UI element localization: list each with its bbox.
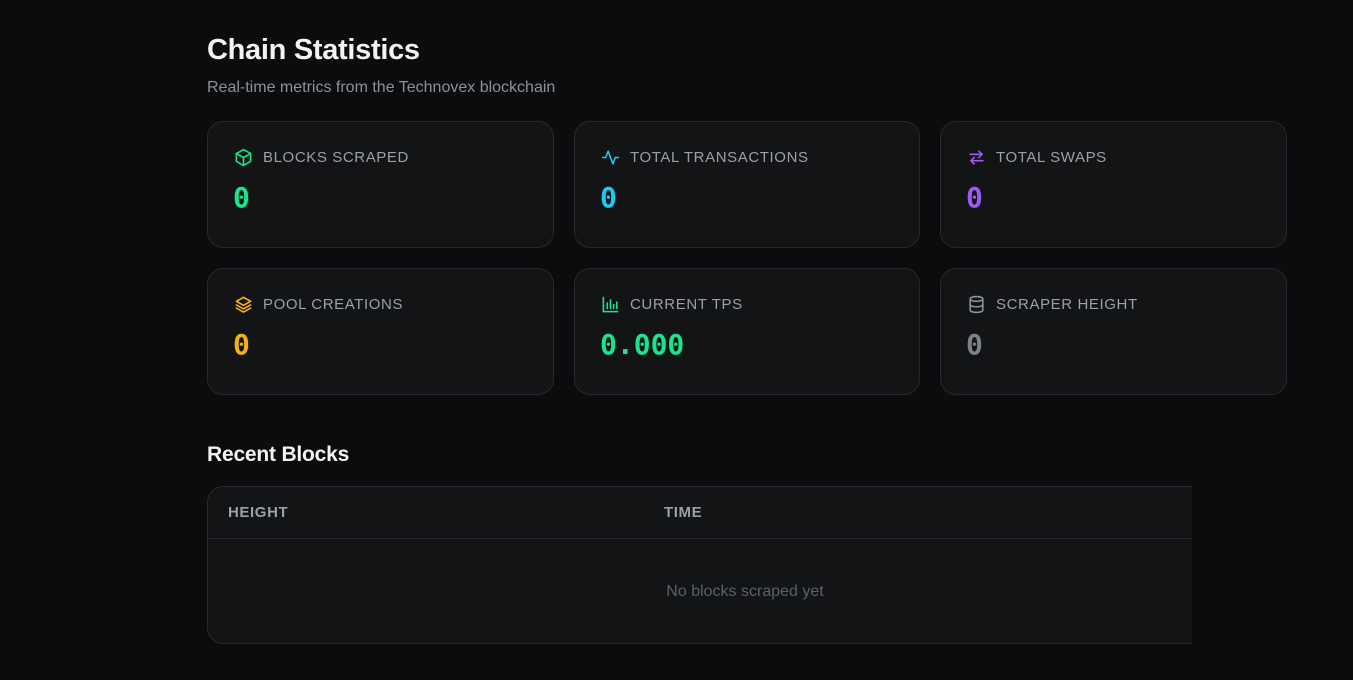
page-subtitle: Real-time metrics from the Technovex blo… bbox=[207, 79, 556, 96]
stat-label: POOL CREATIONS bbox=[263, 295, 404, 313]
stat-card-total-transactions: TOTAL TRANSACTIONS 0 bbox=[574, 121, 920, 248]
stat-card-blocks-scraped: BLOCKS SCRAPED 0 bbox=[207, 121, 554, 248]
swap-arrows-icon bbox=[966, 147, 986, 167]
stat-card-pool-creations: POOL CREATIONS 0 bbox=[207, 268, 554, 395]
stat-label: TOTAL SWAPS bbox=[996, 148, 1107, 166]
recent-blocks-title: Recent Blocks bbox=[207, 443, 350, 466]
table-empty-row: No blocks scraped yet bbox=[208, 539, 1192, 643]
stat-value: 0 bbox=[966, 181, 983, 214]
cube-icon bbox=[233, 147, 253, 167]
stat-label: TOTAL TRANSACTIONS bbox=[630, 148, 809, 166]
stat-value: 0 bbox=[233, 181, 250, 214]
stat-header: TOTAL TRANSACTIONS bbox=[600, 147, 894, 167]
stat-header: SCRAPER HEIGHT bbox=[966, 294, 1261, 314]
stat-label: BLOCKS SCRAPED bbox=[263, 148, 409, 166]
database-icon bbox=[966, 294, 986, 314]
main-content: Chain Statistics Real-time metrics from … bbox=[207, 30, 1287, 644]
stat-header: BLOCKS SCRAPED bbox=[233, 147, 528, 167]
activity-icon bbox=[600, 147, 620, 167]
stat-value: 0 bbox=[966, 328, 983, 361]
stat-label: SCRAPER HEIGHT bbox=[996, 295, 1138, 313]
stat-card-current-tps: CURRENT TPS 0.000 bbox=[574, 268, 920, 395]
page: Chain Statistics Real-time metrics from … bbox=[0, 0, 1353, 680]
stat-header: CURRENT TPS bbox=[600, 294, 894, 314]
column-header-height: HEIGHT bbox=[228, 504, 289, 521]
layers-icon bbox=[233, 294, 253, 314]
page-title: Chain Statistics bbox=[207, 34, 420, 66]
stat-value: 0 bbox=[600, 181, 617, 214]
table-header: HEIGHT TIME bbox=[208, 487, 1192, 539]
stat-label: CURRENT TPS bbox=[630, 295, 743, 313]
stat-card-total-swaps: TOTAL SWAPS 0 bbox=[940, 121, 1287, 248]
stat-value: 0 bbox=[233, 328, 250, 361]
bar-chart-icon bbox=[600, 294, 620, 314]
stat-header: POOL CREATIONS bbox=[233, 294, 528, 314]
stats-grid: BLOCKS SCRAPED 0 TOTAL TRANSACTIONS 0 TO… bbox=[207, 121, 1287, 395]
empty-message: No blocks scraped yet bbox=[666, 582, 824, 600]
recent-blocks-table: HEIGHT TIME No blocks scraped yet bbox=[207, 486, 1192, 644]
stat-header: TOTAL SWAPS bbox=[966, 147, 1261, 167]
stat-card-scraper-height: SCRAPER HEIGHT 0 bbox=[940, 268, 1287, 395]
column-header-time: TIME bbox=[664, 504, 703, 521]
stat-value: 0.000 bbox=[600, 328, 685, 361]
